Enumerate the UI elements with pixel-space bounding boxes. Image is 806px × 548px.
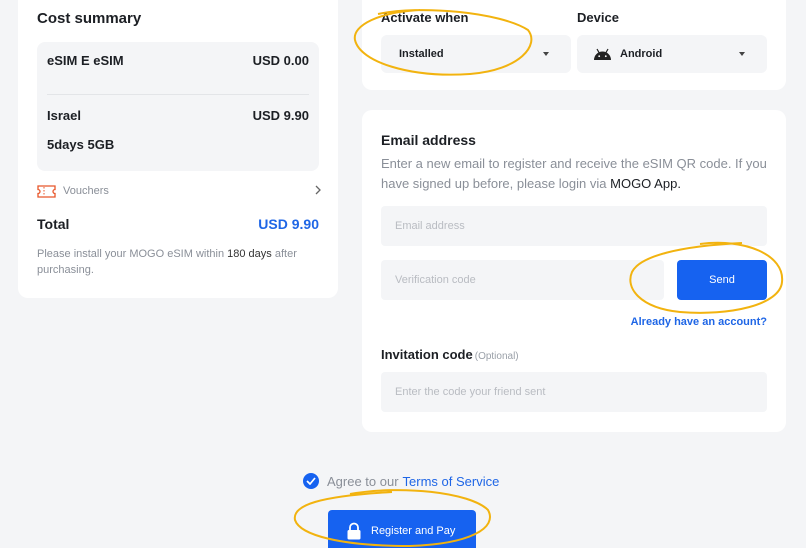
email-input[interactable]: [381, 206, 767, 246]
invitation-code-input[interactable]: [381, 372, 767, 412]
cost-breakdown-box: eSIM E eSIM USD 0.00 Israel USD 9.90 5da…: [37, 42, 319, 171]
vouchers-row[interactable]: Vouchers: [37, 183, 322, 201]
register-and-pay-button[interactable]: Register and Pay: [328, 510, 476, 548]
note-days: 180 days: [227, 248, 272, 260]
terms-of-service-link[interactable]: Terms of Service: [403, 474, 500, 489]
email-title: Email address: [381, 132, 476, 148]
device-value: Android: [620, 48, 663, 60]
optional-tag: (Optional): [474, 351, 519, 362]
cost-item-plan-detail: 5days 5GB: [47, 137, 309, 152]
cost-item-value: USD 0.00: [252, 53, 309, 68]
description-text: Enter a new email to register and receiv…: [381, 156, 767, 191]
chevron-right-icon: [314, 183, 322, 199]
email-card: Email address Enter a new email to regis…: [362, 110, 786, 432]
email-description: Enter a new email to register and receiv…: [381, 154, 771, 194]
already-have-account-link[interactable]: Already have an account?: [631, 316, 767, 328]
ticket-icon: [37, 185, 56, 203]
activate-when-value: Installed: [399, 48, 444, 60]
cost-item-label: eSIM E eSIM: [47, 53, 124, 68]
cost-item-plan: Israel USD 9.90: [47, 108, 309, 123]
cost-summary-card: Cost summary eSIM E eSIM USD 0.00 Israel…: [18, 0, 338, 298]
install-note: Please install your MOGO eSIM within 180…: [37, 246, 307, 278]
invite-label-text: Invitation code: [381, 347, 473, 362]
cost-item-esim: eSIM E eSIM USD 0.00: [47, 53, 309, 68]
device-select[interactable]: Android: [577, 35, 767, 73]
send-code-button[interactable]: Send: [677, 260, 767, 300]
pay-label: Register and Pay: [371, 525, 456, 537]
cost-item-label: Israel: [47, 108, 81, 123]
device-label: Device: [577, 10, 619, 25]
vouchers-label: Vouchers: [63, 185, 109, 197]
period: .: [677, 176, 681, 191]
verification-code-input[interactable]: [381, 260, 664, 300]
divider: [47, 94, 309, 95]
mogo-app-link[interactable]: MOGO App: [610, 176, 677, 191]
caret-down-icon: [739, 52, 745, 56]
note-text: Please install your MOGO eSIM within: [37, 248, 225, 260]
invitation-code-label: Invitation code (Optional): [381, 347, 519, 362]
total-row: Total USD 9.90: [37, 216, 319, 232]
activation-card: Activate when Installed Device Android: [362, 0, 786, 90]
total-value: USD 9.90: [258, 216, 319, 232]
terms-agreement-row: Agree to our Terms of Service: [303, 472, 499, 490]
agree-text: Agree to our: [327, 473, 399, 489]
total-label: Total: [37, 216, 70, 232]
activate-when-select[interactable]: Installed: [381, 35, 571, 73]
activate-when-label: Activate when: [381, 10, 469, 25]
checkbox-checked-icon[interactable]: [303, 473, 319, 489]
cost-summary-title: Cost summary: [37, 10, 142, 27]
lock-icon: [346, 522, 362, 540]
cost-item-value: USD 9.90: [252, 108, 309, 123]
cost-item-label: 5days 5GB: [47, 137, 115, 152]
caret-down-icon: [543, 52, 549, 56]
android-icon: [593, 48, 612, 60]
